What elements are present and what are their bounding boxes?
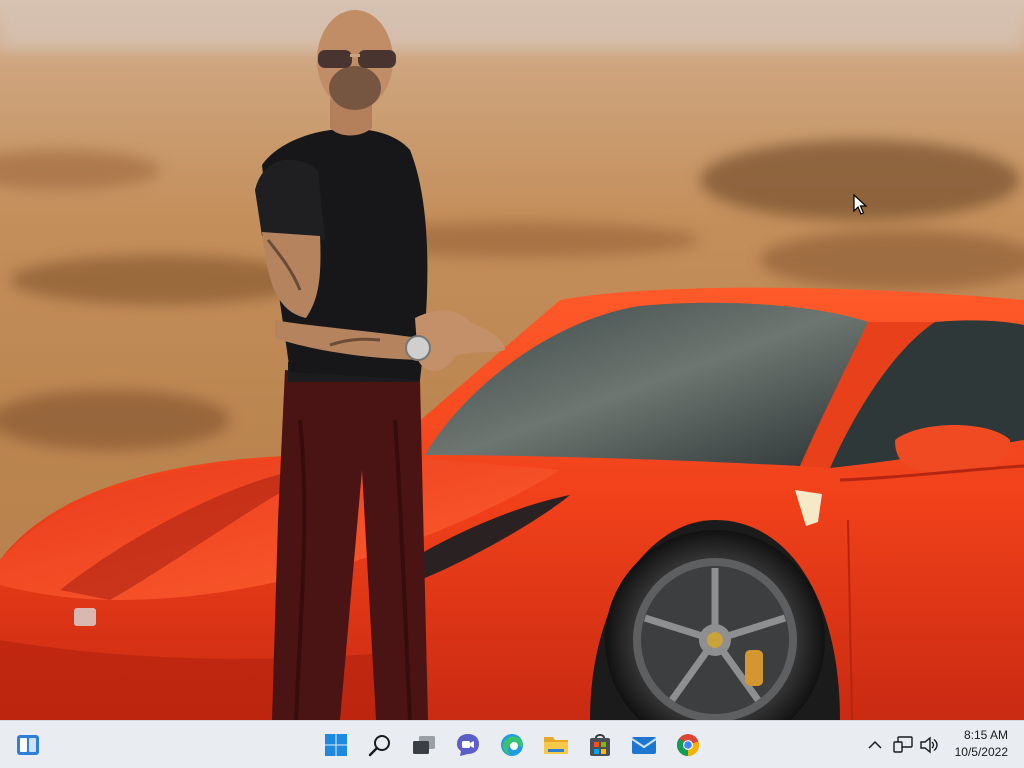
widgets-icon [17, 735, 39, 755]
task-view-button[interactable] [406, 727, 442, 763]
mail-icon [631, 737, 657, 754]
wallpaper-image [0, 0, 1024, 720]
start-button[interactable] [318, 727, 354, 763]
chat-button[interactable] [450, 727, 486, 763]
network-tray-button[interactable] [890, 731, 916, 759]
clock-button[interactable]: 8:15 AM 10/5/2022 [936, 727, 1008, 763]
file-explorer-button[interactable] [538, 727, 574, 763]
network-icon [893, 736, 913, 753]
store-icon [590, 734, 610, 756]
task-view-icon [413, 736, 435, 754]
edge-icon [501, 734, 523, 756]
mail-button[interactable] [626, 727, 662, 763]
show-hidden-icons-button[interactable] [864, 731, 886, 759]
clock-time: 8:15 AM [963, 728, 1008, 742]
chrome-button[interactable] [670, 727, 706, 763]
search-button[interactable] [362, 727, 398, 763]
folder-icon [544, 737, 568, 754]
chevron-up-icon [868, 740, 882, 749]
windows-logo-icon [325, 734, 347, 756]
edge-button[interactable] [494, 727, 530, 763]
taskbar: 8:15 AM 10/5/2022 [0, 720, 1024, 768]
desktop-wallpaper [0, 0, 1024, 720]
clock-date: 10/5/2022 [954, 745, 1008, 759]
widgets-button[interactable] [10, 727, 46, 763]
search-icon [368, 735, 390, 757]
mouse-pointer-icon [853, 194, 867, 215]
chrome-icon [676, 734, 700, 757]
teams-chat-icon [457, 734, 479, 756]
store-button[interactable] [582, 727, 618, 763]
